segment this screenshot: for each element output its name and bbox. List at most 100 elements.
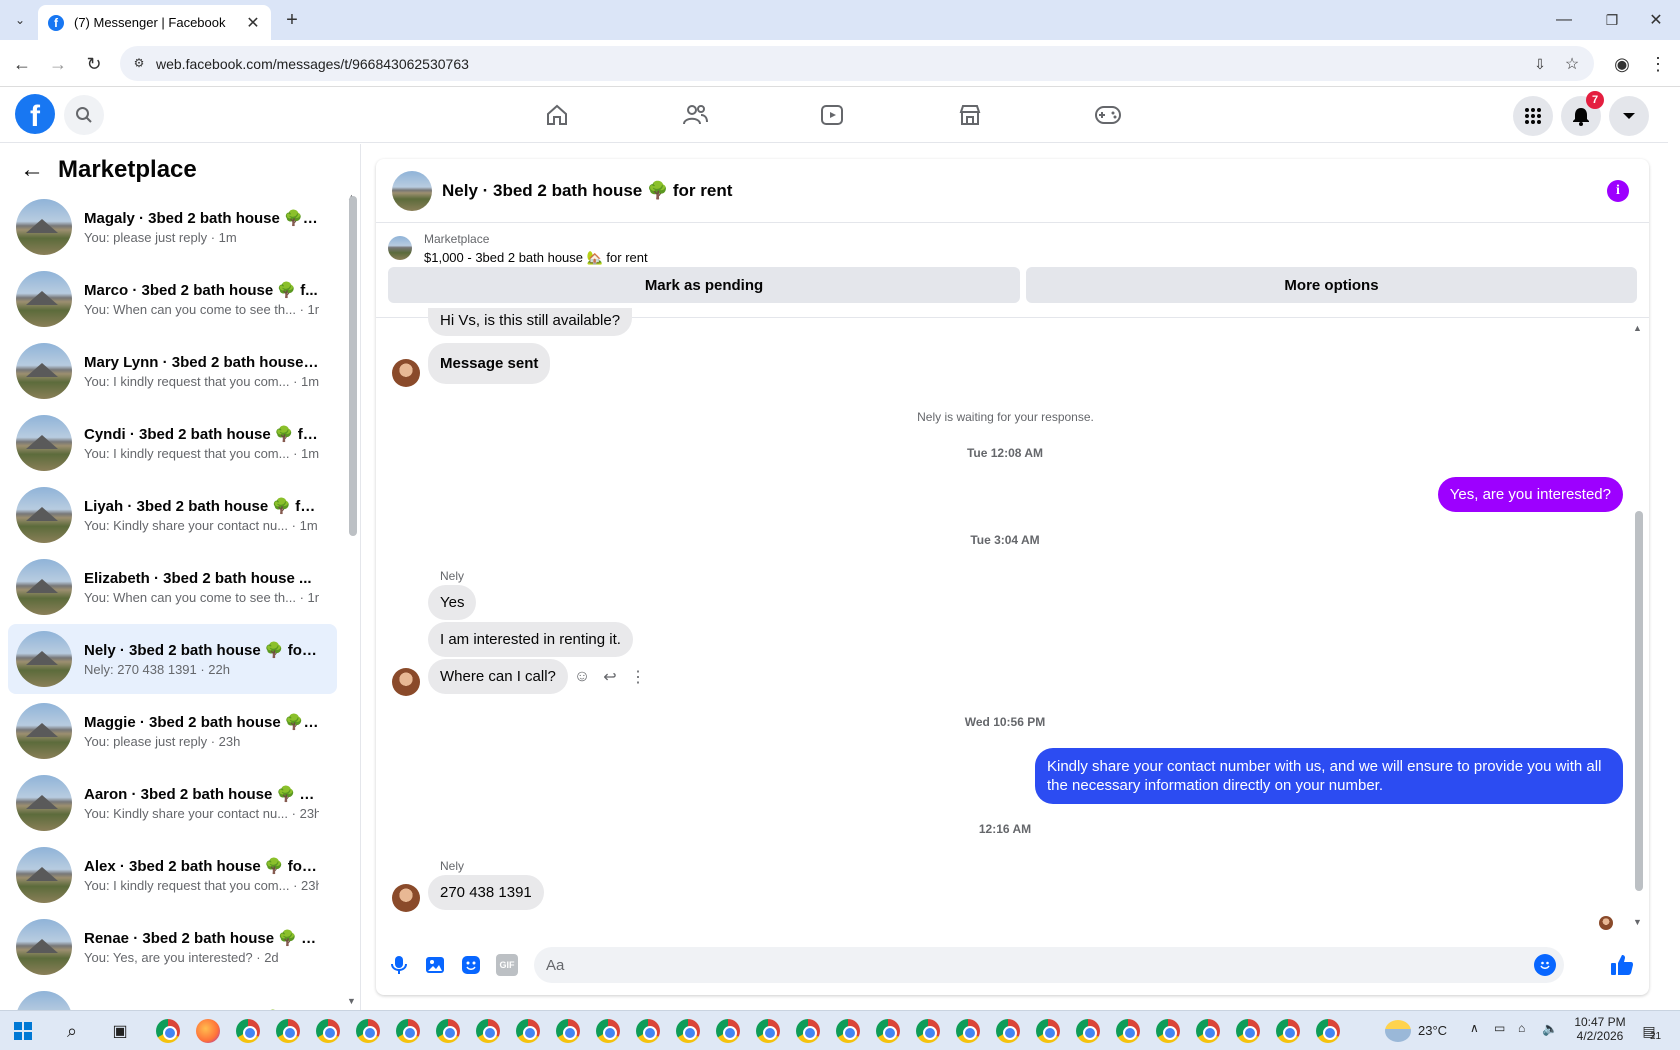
mark-as-pending-button[interactable]: Mark as pending xyxy=(388,267,1020,303)
chrome-app-icon[interactable] xyxy=(716,1019,740,1043)
forward-icon[interactable]: → xyxy=(46,52,70,76)
chrome-app-icon[interactable] xyxy=(796,1019,820,1043)
conversation-item[interactable]: Alex · 3bed 2 bath house 🌳 for ... You: I… xyxy=(8,840,337,910)
chrome-app-icon[interactable] xyxy=(1076,1019,1100,1043)
chrome-app-icon[interactable] xyxy=(676,1019,700,1043)
video-icon[interactable] xyxy=(816,99,848,131)
reply-icon[interactable]: ↩ xyxy=(600,667,620,687)
profile-icon[interactable]: ◉ xyxy=(1610,52,1634,76)
info-icon[interactable]: i xyxy=(1607,180,1629,202)
taskbar-search-icon[interactable]: ⌕ xyxy=(60,1019,84,1043)
account-chevron-down-icon[interactable] xyxy=(1609,96,1649,136)
chrome-app-icon[interactable] xyxy=(956,1019,980,1043)
browser-menu-icon[interactable]: ⋮ xyxy=(1646,52,1670,76)
chat-title[interactable]: Nely · 3bed 2 bath house 🌳 for rent xyxy=(442,181,732,201)
install-app-icon[interactable]: ⇩ xyxy=(1530,54,1550,74)
sidebar-scrollbar[interactable] xyxy=(349,196,357,536)
conversation-item[interactable]: Tatu · 3bed 2 bath house 🌳 f... xyxy=(8,984,337,1010)
message-bubble-in[interactable]: Where can I call? xyxy=(428,659,568,694)
restore-icon[interactable]: ❐ xyxy=(1600,8,1624,32)
chrome-app-icon[interactable] xyxy=(836,1019,860,1043)
facebook-logo[interactable]: f xyxy=(15,94,55,134)
listing-thumbnail[interactable] xyxy=(388,236,412,260)
new-tab-icon[interactable]: + xyxy=(280,8,304,32)
chrome-app-icon[interactable] xyxy=(1116,1019,1140,1043)
react-emoji-icon[interactable]: ☺ xyxy=(572,667,592,687)
bookmark-star-icon[interactable]: ☆ xyxy=(1562,54,1582,74)
photo-icon[interactable] xyxy=(424,954,446,976)
chrome-app-icon[interactable] xyxy=(636,1019,660,1043)
thumbs-up-icon[interactable] xyxy=(1609,952,1635,978)
chrome-app-icon[interactable] xyxy=(996,1019,1020,1043)
tray-chevron-up-icon[interactable]: ∧ xyxy=(1470,1021,1479,1035)
back-icon[interactable]: ← xyxy=(10,52,34,76)
url-input[interactable]: ⚙ web.facebook.com/messages/t/9668430625… xyxy=(120,46,1594,81)
microphone-icon[interactable] xyxy=(388,954,410,976)
chrome-app-icon[interactable] xyxy=(1316,1019,1340,1043)
close-window-icon[interactable]: ✕ xyxy=(1644,8,1668,32)
chrome-app-icon[interactable] xyxy=(596,1019,620,1043)
message-bubble-out[interactable]: Kindly share your contact number with us… xyxy=(1035,748,1623,804)
close-tab-icon[interactable]: ✕ xyxy=(245,13,261,33)
more-options-button[interactable]: More options xyxy=(1026,267,1637,303)
back-arrow-icon[interactable]: ← xyxy=(20,156,44,184)
conversation-item[interactable]: Elizabeth · 3bed 2 bath house ... You: Wh… xyxy=(8,552,337,622)
windows-start-icon[interactable] xyxy=(14,1022,32,1040)
sticker-icon[interactable] xyxy=(460,954,482,976)
site-info-icon[interactable]: ⚙ xyxy=(130,54,148,72)
volume-icon[interactable]: 🔈 xyxy=(1542,1021,1558,1037)
chrome-app-icon[interactable] xyxy=(1276,1019,1300,1043)
chrome-app-icon[interactable] xyxy=(476,1019,500,1043)
more-actions-icon[interactable]: ⋮ xyxy=(628,667,648,687)
chrome-app-icon[interactable] xyxy=(756,1019,780,1043)
chat-scroll-down-icon[interactable]: ▼ xyxy=(1633,917,1642,927)
message-bubble-in[interactable]: 270 438 1391 xyxy=(428,875,544,910)
taskbar-clock[interactable]: 10:47 PM 4/2/2026 xyxy=(1570,1015,1630,1043)
chrome-app-icon[interactable] xyxy=(156,1019,180,1043)
chrome-app-icon[interactable] xyxy=(356,1019,380,1043)
chrome-app-icon[interactable] xyxy=(876,1019,900,1043)
weather-temperature[interactable]: 23°C xyxy=(1418,1023,1447,1038)
conversation-item[interactable]: Liyah · 3bed 2 bath house 🌳 for... You: K… xyxy=(8,480,337,550)
weather-icon[interactable] xyxy=(1385,1020,1411,1042)
meet-now-icon[interactable]: ▭ xyxy=(1494,1021,1505,1035)
sender-avatar[interactable] xyxy=(392,668,420,696)
chat-scrollbar[interactable] xyxy=(1635,511,1643,891)
home-icon[interactable] xyxy=(541,99,573,131)
chrome-app-icon[interactable] xyxy=(1156,1019,1180,1043)
conversation-item[interactable]: Magaly · 3bed 2 bath house 🌳 f... You: pl… xyxy=(8,192,337,262)
friends-icon[interactable] xyxy=(679,99,711,131)
tab-list-icon[interactable]: ⌄ xyxy=(8,8,32,32)
listing-title[interactable]: $1,000 - 3bed 2 bath house 🏡 for rent xyxy=(424,250,648,266)
chrome-app-icon[interactable] xyxy=(1036,1019,1060,1043)
minimize-icon[interactable]: — xyxy=(1552,8,1576,32)
sender-avatar[interactable] xyxy=(392,359,420,387)
scroll-down-icon[interactable]: ▼ xyxy=(347,996,356,1006)
message-bubble-in[interactable]: Yes xyxy=(428,585,477,620)
chrome-app-icon[interactable] xyxy=(236,1019,260,1043)
conversation-item[interactable]: Aaron · 3bed 2 bath house 🌳 fo... You: Ki… xyxy=(8,768,337,838)
message-bubble-in[interactable]: Hi Vs, is this still available? xyxy=(428,308,633,336)
task-view-icon[interactable]: ▣ xyxy=(108,1019,132,1043)
chat-scroll-up-icon[interactable]: ▲ xyxy=(1633,323,1642,333)
message-input[interactable]: Aa xyxy=(534,947,1564,983)
chrome-app-icon[interactable] xyxy=(436,1019,460,1043)
chrome-app-icon[interactable] xyxy=(516,1019,540,1043)
message-bubble-in[interactable]: I am interested in renting it. xyxy=(428,622,633,657)
emoji-icon[interactable] xyxy=(1534,954,1556,976)
chrome-app-icon[interactable] xyxy=(556,1019,580,1043)
chrome-app-icon[interactable] xyxy=(396,1019,420,1043)
conversation-item[interactable]: Cyndi · 3bed 2 bath house 🌳 fo... You: I … xyxy=(8,408,337,478)
chrome-app-icon[interactable] xyxy=(916,1019,940,1043)
conversation-item[interactable]: Renae · 3bed 2 bath house 🌳 fo... You: Ye… xyxy=(8,912,337,982)
firefox-app-icon[interactable] xyxy=(196,1019,220,1043)
gaming-icon[interactable] xyxy=(1092,99,1124,131)
conversation-item[interactable]: Maggie · 3bed 2 bath house 🌳 ... You: ple… xyxy=(8,696,337,766)
chrome-app-icon[interactable] xyxy=(1196,1019,1220,1043)
search-icon[interactable] xyxy=(64,95,104,135)
sender-avatar[interactable] xyxy=(392,884,420,912)
conversation-item[interactable]: Nely · 3bed 2 bath house 🌳 for ... Nely: … xyxy=(8,624,337,694)
message-sent-bubble[interactable]: Message sent xyxy=(428,343,551,384)
marketplace-icon[interactable] xyxy=(954,99,986,131)
conversation-item[interactable]: Mary Lynn · 3bed 2 bath house ... You: I … xyxy=(8,336,337,406)
